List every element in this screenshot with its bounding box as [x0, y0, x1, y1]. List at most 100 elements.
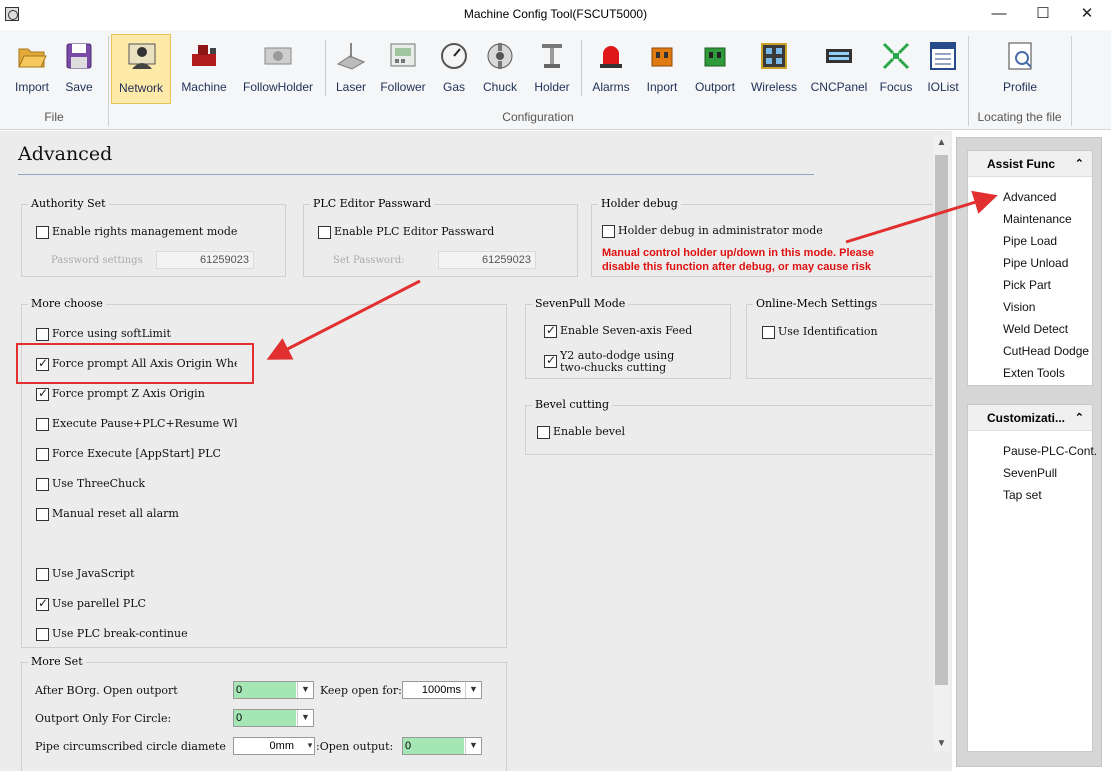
- scrollbar-thumb[interactable]: [935, 155, 948, 685]
- laser-button[interactable]: Laser: [330, 34, 372, 98]
- assist-func-panel: Assist Func ⌃ Advanced Maintenance Pipe …: [967, 150, 1093, 386]
- chevron-down-icon[interactable]: ▼: [297, 682, 313, 698]
- alarms-button[interactable]: Alarms: [588, 34, 634, 98]
- maximize-button[interactable]: ☐: [1020, 0, 1066, 30]
- checkbox-box[interactable]: [36, 478, 49, 491]
- after-borg-combo[interactable]: 0 ▼: [233, 681, 314, 699]
- holder-debug-admin-checkbox[interactable]: Holder debug in administrator mode: [602, 224, 922, 240]
- password-settings-field[interactable]: 61259023: [156, 251, 254, 269]
- checkbox-box[interactable]: [36, 628, 49, 641]
- use-threechuck-checkbox[interactable]: Use ThreeChuck: [36, 477, 246, 493]
- custom-item-sevenpull[interactable]: SevenPull: [1003, 466, 1057, 480]
- checkbox-box[interactable]: [36, 226, 49, 239]
- network-button[interactable]: Network: [111, 34, 171, 104]
- stepper-icon[interactable]: ▾: [306, 738, 314, 754]
- authority-set-group: Authority Set Enable rights management m…: [21, 197, 286, 277]
- assist-item-cuthead-dodge[interactable]: CutHead Dodge: [1003, 344, 1089, 358]
- follow-holder-button[interactable]: FollowHolder: [238, 34, 318, 98]
- inport-button[interactable]: Inport: [640, 34, 684, 98]
- assist-item-vision[interactable]: Vision: [1003, 300, 1035, 314]
- chuck-button[interactable]: Chuck: [480, 34, 520, 98]
- keep-open-value: 1000ms: [403, 682, 464, 698]
- use-identification-checkbox[interactable]: Use Identification: [762, 325, 922, 341]
- y2-auto-dodge-checkbox[interactable]: Y2 auto-dodge using two-chucks cutting: [544, 350, 729, 378]
- pipe-diameter-field[interactable]: 0mm ▾: [233, 737, 315, 755]
- assist-item-maintenance[interactable]: Maintenance: [1003, 212, 1072, 226]
- custom-item-tap-set[interactable]: Tap set: [1003, 488, 1042, 502]
- checkbox-box[interactable]: [762, 326, 775, 339]
- customization-header[interactable]: Customizati... ⌃: [968, 405, 1092, 431]
- force-softlimit-checkbox[interactable]: Force using softLimit: [36, 327, 246, 343]
- group-label-file: File: [44, 110, 64, 124]
- checkbox-box[interactable]: [36, 568, 49, 581]
- io-list-label: IOList: [927, 80, 959, 94]
- use-parellel-plc-checkbox[interactable]: Use parellel PLC: [36, 597, 246, 613]
- scroll-down-icon[interactable]: ▼: [933, 738, 950, 749]
- open-output-combo[interactable]: 0 ▼: [402, 737, 482, 755]
- assist-item-advanced[interactable]: Advanced: [1003, 190, 1056, 204]
- assist-item-pipe-load[interactable]: Pipe Load: [1003, 234, 1057, 248]
- checkbox-box[interactable]: [537, 426, 550, 439]
- set-password-field[interactable]: 61259023: [438, 251, 536, 269]
- vertical-scrollbar[interactable]: ▲ ▼: [933, 135, 950, 751]
- checkbox-box[interactable]: [36, 508, 49, 521]
- use-javascript-checkbox[interactable]: Use JavaScript: [36, 567, 246, 583]
- machine-button[interactable]: Machine: [176, 34, 232, 98]
- assist-item-pick-part[interactable]: Pick Part: [1003, 278, 1051, 292]
- checkbox-box[interactable]: [36, 418, 49, 431]
- network-person-icon: [128, 43, 156, 69]
- use-plc-break-continue-checkbox[interactable]: Use PLC break-continue: [36, 627, 246, 643]
- wireless-icon: [761, 43, 787, 69]
- cnc-panel-button[interactable]: CNCPanel: [808, 34, 870, 98]
- force-appstart-plc-checkbox[interactable]: Force Execute [AppStart] PLC: [36, 447, 246, 463]
- holder-button[interactable]: Holder: [530, 34, 574, 98]
- checkbox-box[interactable]: [36, 448, 49, 461]
- profile-icon: [1008, 42, 1032, 70]
- follower-button[interactable]: Follower: [376, 34, 430, 98]
- manual-reset-alarm-checkbox[interactable]: Manual reset all alarm: [36, 507, 246, 523]
- outport-button[interactable]: Outport: [690, 34, 740, 98]
- checkbox-box[interactable]: [602, 225, 615, 238]
- chevron-down-icon[interactable]: ▼: [297, 710, 313, 726]
- focus-button[interactable]: Focus: [876, 34, 916, 98]
- checkbox-box[interactable]: [36, 387, 49, 401]
- checkbox-box[interactable]: [544, 324, 557, 338]
- pause-plc-resume-checkbox[interactable]: Execute Pause+PLC+Resume When J: [36, 417, 237, 433]
- assist-func-header[interactable]: Assist Func ⌃: [968, 151, 1092, 177]
- force-z-axis-origin-checkbox[interactable]: Force prompt Z Axis Origin: [36, 387, 246, 403]
- checkbox-box[interactable]: [36, 597, 49, 611]
- rights-management-checkbox[interactable]: Enable rights management mode: [36, 225, 276, 241]
- chevron-down-icon[interactable]: ▼: [465, 682, 481, 698]
- outport-circle-combo[interactable]: 0 ▼: [233, 709, 314, 727]
- chevron-up-icon[interactable]: ⌃: [1075, 151, 1084, 177]
- gas-button[interactable]: Gas: [436, 34, 472, 98]
- enable-bevel-checkbox[interactable]: Enable bevel: [537, 425, 697, 441]
- custom-item-pause-plc[interactable]: Pause-PLC-Cont.: [1003, 444, 1097, 458]
- profile-button[interactable]: Profile: [994, 34, 1046, 98]
- right-side-panel: Assist Func ⌃ Advanced Maintenance Pipe …: [956, 137, 1102, 767]
- warning-line-1: Manual control holder up/down in this mo…: [602, 247, 874, 259]
- close-button[interactable]: ✕: [1064, 0, 1110, 30]
- save-button[interactable]: Save: [58, 34, 100, 98]
- assist-item-exten-tools[interactable]: Exten Tools: [1003, 366, 1065, 380]
- outport-icon: [704, 47, 726, 67]
- chevron-up-icon[interactable]: ⌃: [1075, 405, 1084, 431]
- minimize-button[interactable]: —: [976, 0, 1022, 30]
- assist-item-weld-detect[interactable]: Weld Detect: [1003, 322, 1068, 336]
- force-softlimit-label: Force using softLimit: [52, 327, 171, 340]
- io-list-button[interactable]: IOList: [922, 34, 964, 98]
- checkbox-box[interactable]: [318, 226, 331, 239]
- seven-axis-feed-checkbox[interactable]: Enable Seven-axis Feed: [544, 324, 729, 340]
- assist-item-pipe-unload[interactable]: Pipe Unload: [1003, 256, 1068, 270]
- chevron-down-icon[interactable]: ▼: [465, 738, 481, 754]
- outport-circle-value: 0: [234, 710, 296, 726]
- scroll-up-icon[interactable]: ▲: [933, 137, 950, 148]
- plc-editor-password-checkbox[interactable]: Enable PLC Editor Passward: [318, 225, 568, 241]
- keep-open-combo[interactable]: 1000ms ▼: [402, 681, 482, 699]
- checkbox-box[interactable]: [36, 328, 49, 341]
- checkbox-box[interactable]: [544, 353, 557, 368]
- use-parellel-plc-label: Use parellel PLC: [52, 597, 146, 610]
- inport-icon: [651, 47, 673, 67]
- import-button[interactable]: Import: [8, 34, 56, 98]
- wireless-button[interactable]: Wireless: [748, 34, 800, 98]
